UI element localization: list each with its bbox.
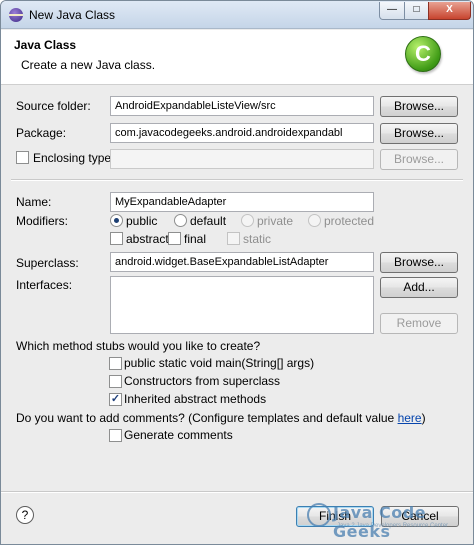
wizard-description: Create a new Java class. — [21, 58, 156, 72]
help-icon[interactable]: ? — [16, 506, 34, 524]
modifier-public-radio[interactable] — [110, 214, 123, 227]
window-title: New Java Class — [29, 8, 116, 22]
remove-interface-button[interactable]: Remove — [380, 313, 458, 334]
wizard-header: Java Class Create a new Java class. C — [1, 30, 473, 85]
generate-comments-label: Generate comments — [124, 428, 233, 442]
final-checkbox[interactable] — [168, 232, 181, 245]
interfaces-label: Interfaces: — [16, 278, 73, 292]
enclosing-type-browse-button[interactable]: Browse... — [380, 149, 458, 170]
minimize-button[interactable]: — — [379, 2, 405, 20]
modifier-protected-label: protected — [324, 214, 375, 228]
method-stubs-question: Which method stubs would you like to cre… — [16, 339, 261, 353]
separator — [11, 179, 463, 181]
configure-templates-link[interactable]: here — [398, 411, 422, 425]
main-method-checkbox[interactable] — [109, 357, 122, 370]
enclosing-type-label: Enclosing type: — [33, 151, 115, 165]
comments-question-text: Do you want to add comments? (Configure … — [16, 411, 398, 425]
final-label: final — [184, 232, 207, 246]
enclosing-type-checkbox[interactable] — [16, 151, 29, 164]
superclass-browse-button[interactable]: Browse... — [380, 252, 458, 273]
add-interface-button[interactable]: Add... — [380, 277, 458, 298]
package-input[interactable]: com.javacodegeeks.android.androidexpanda… — [110, 123, 374, 143]
superclass-label: Superclass: — [16, 256, 79, 270]
inherited-methods-checkbox[interactable]: ✓ — [109, 393, 122, 406]
enclosing-type-input[interactable] — [110, 149, 374, 169]
modifier-private-label: private — [257, 214, 294, 228]
close-button[interactable]: X — [428, 2, 471, 20]
static-checkbox[interactable] — [227, 232, 240, 245]
maximize-button[interactable]: □ — [404, 2, 429, 20]
eclipse-icon — [9, 8, 23, 22]
modifier-protected-radio[interactable] — [308, 214, 321, 227]
footer-separator — [1, 491, 473, 493]
source-folder-input[interactable]: AndroidExpandableListeView/src — [110, 96, 374, 116]
source-folder-label: Source folder: — [16, 99, 91, 113]
modifiers-label: Modifiers: — [16, 214, 69, 228]
cancel-button[interactable]: Cancel — [381, 506, 459, 527]
abstract-label: abstract — [126, 232, 169, 246]
java-class-wizard-icon: C — [405, 36, 441, 72]
static-label: static — [243, 232, 272, 246]
finish-button[interactable]: Finish — [296, 506, 374, 527]
name-input[interactable]: MyExpandableAdapter — [110, 192, 374, 212]
modifier-default-label: default — [190, 214, 227, 228]
interfaces-list[interactable] — [110, 276, 374, 334]
constructors-checkbox[interactable] — [109, 375, 122, 388]
modifier-public-label: public — [126, 214, 158, 228]
inherited-methods-label: Inherited abstract methods — [124, 392, 267, 406]
modifier-private-radio[interactable] — [241, 214, 254, 227]
new-java-class-dialog: New Java Class — □ X Java Class Create a… — [0, 0, 474, 545]
title-bar[interactable]: New Java Class — □ X — [1, 1, 473, 29]
generate-comments-checkbox[interactable] — [109, 429, 122, 442]
abstract-checkbox[interactable] — [110, 232, 123, 245]
source-folder-browse-button[interactable]: Browse... — [380, 96, 458, 117]
modifier-default-radio[interactable] — [174, 214, 187, 227]
comments-question: Do you want to add comments? (Configure … — [16, 411, 426, 425]
wizard-title: Java Class — [14, 38, 77, 52]
comments-question-end: ) — [421, 411, 426, 425]
package-browse-button[interactable]: Browse... — [380, 123, 458, 144]
superclass-input[interactable]: android.widget.BaseExpandableListAdapter — [110, 252, 374, 272]
constructors-label: Constructors from superclass — [124, 374, 281, 388]
main-method-label: public static void main(String[] args) — [124, 356, 315, 370]
name-label: Name: — [16, 195, 52, 209]
package-label: Package: — [16, 126, 67, 140]
